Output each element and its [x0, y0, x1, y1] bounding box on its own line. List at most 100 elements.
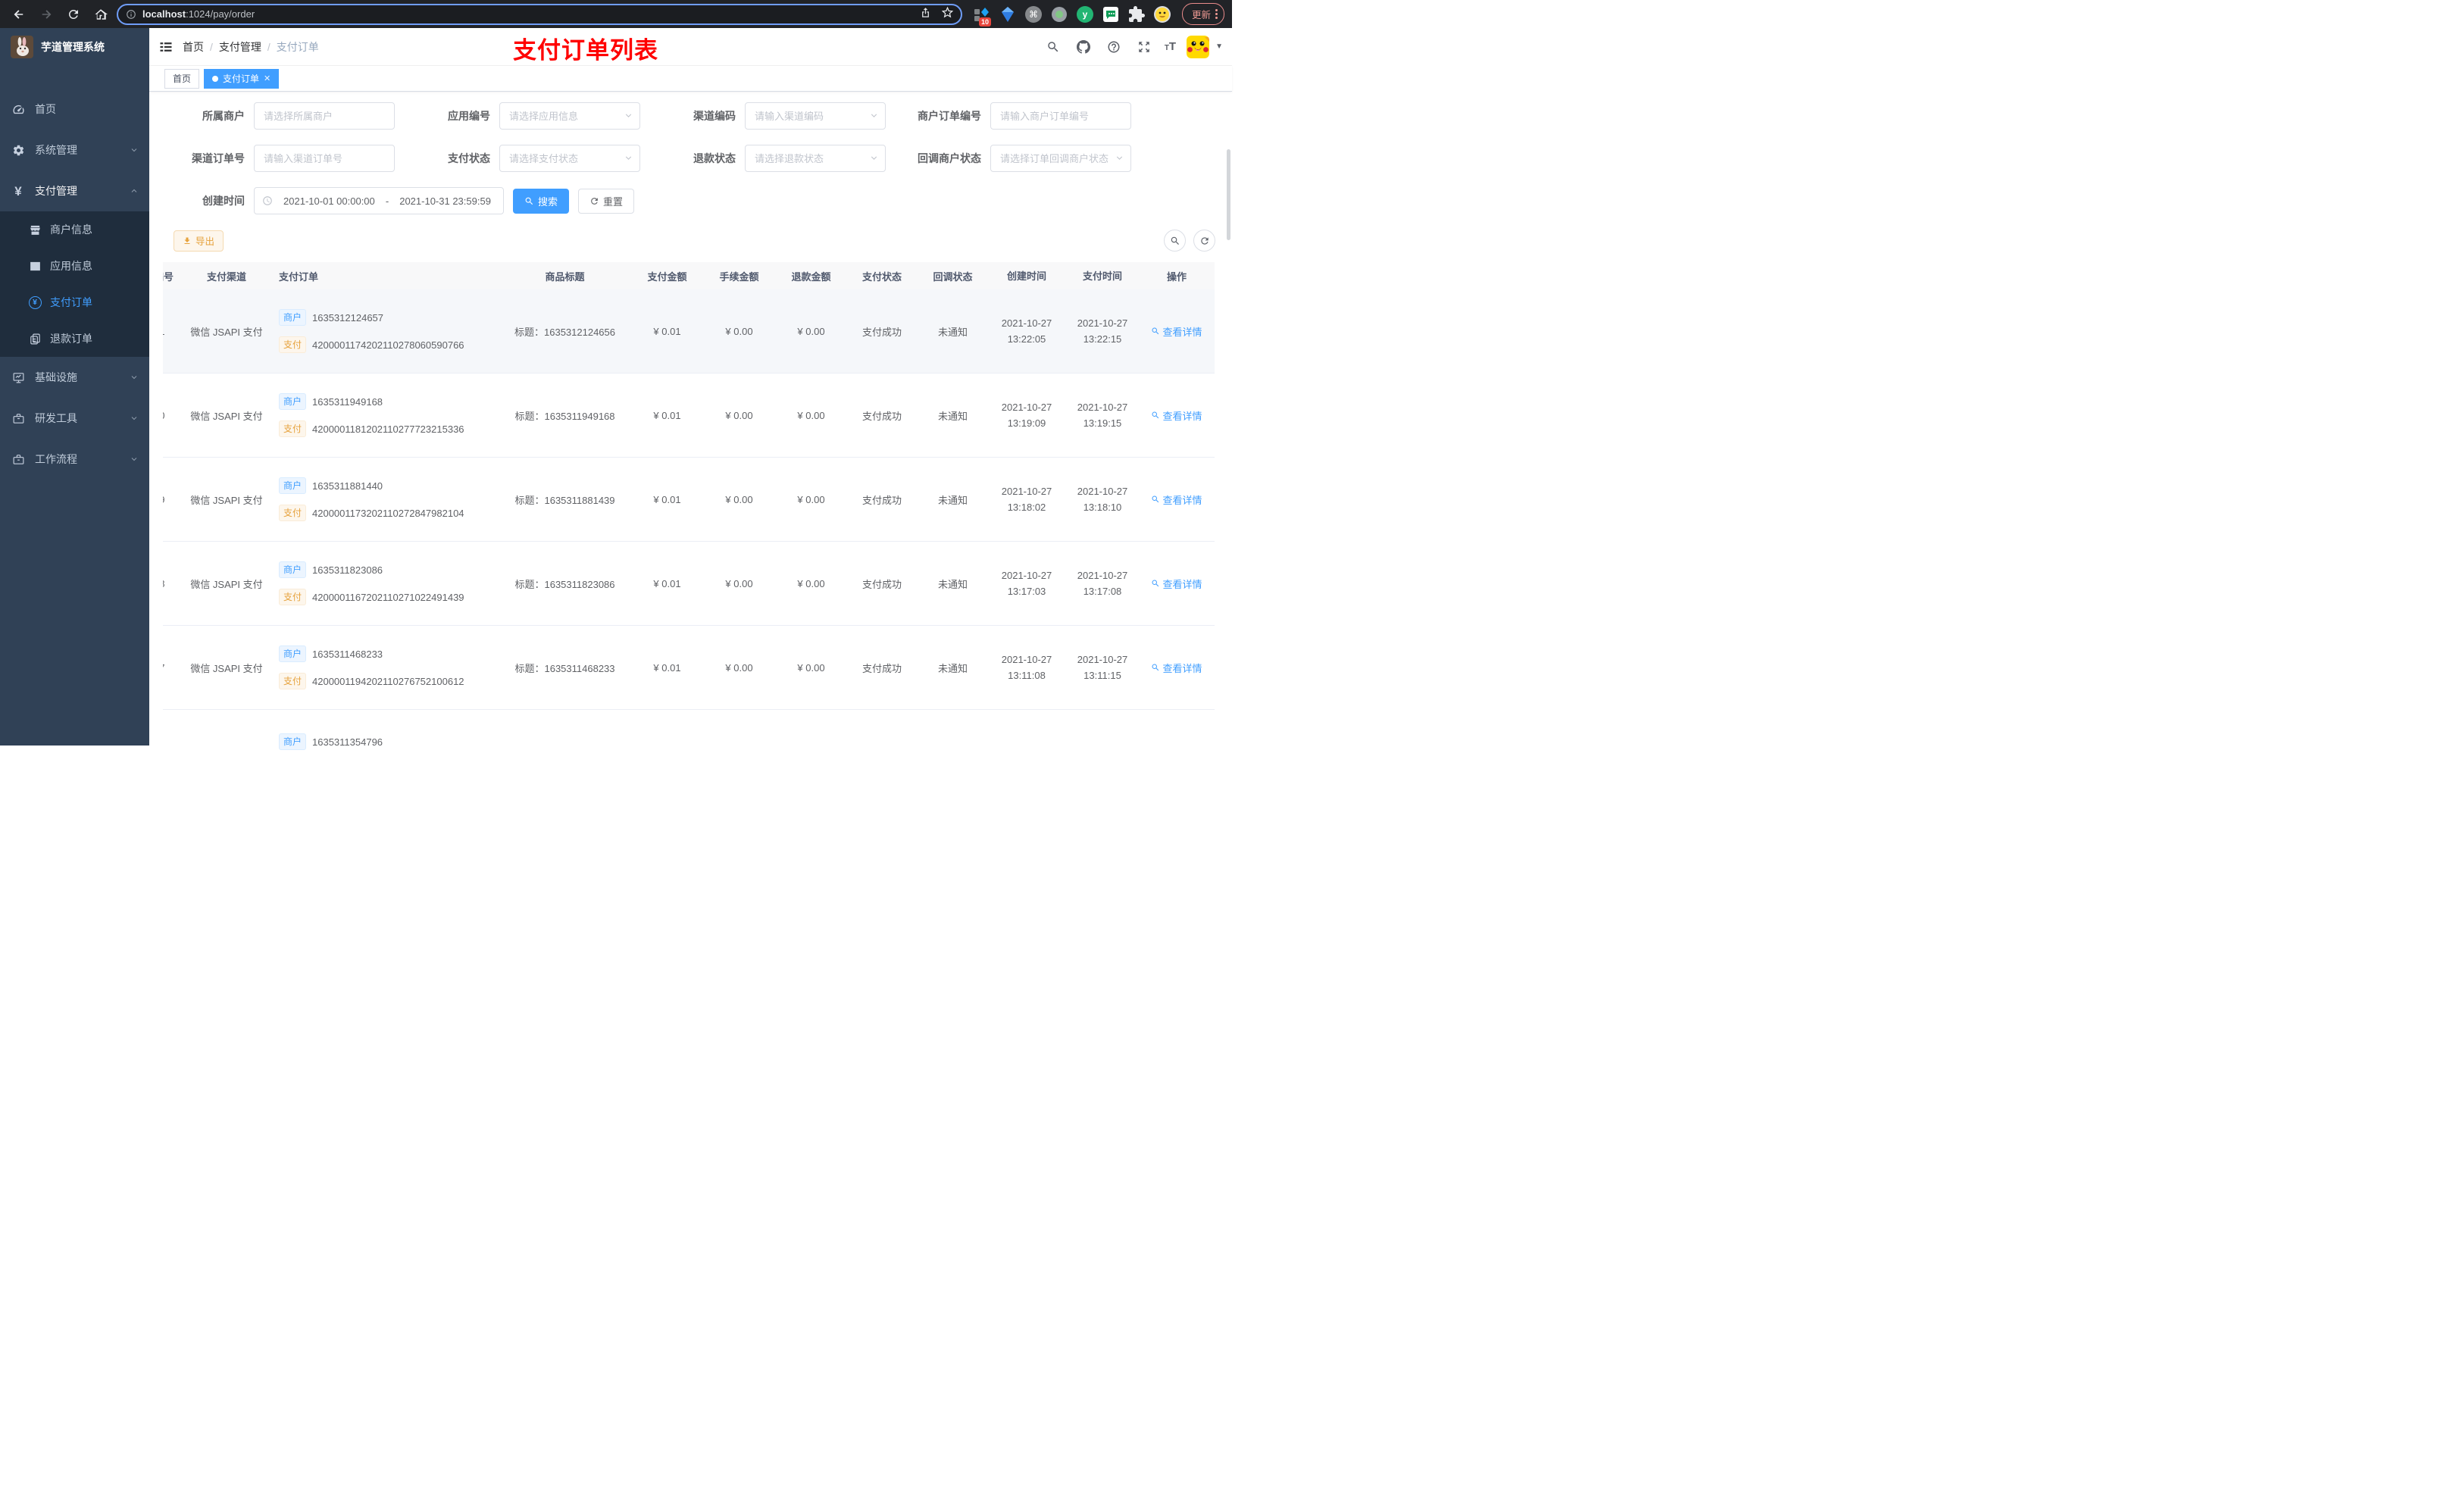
view-detail-link[interactable]: 查看详情 [1151, 408, 1202, 423]
sidebar-item-system[interactable]: 系统管理 [0, 130, 149, 170]
search-button[interactable]: 搜索 [513, 188, 570, 214]
download-icon [184, 237, 190, 244]
extensions-puzzle-icon[interactable] [1127, 5, 1146, 23]
search-icon [525, 197, 533, 205]
extension-chat-icon[interactable] [1102, 5, 1120, 23]
sidebar-item-dev-tools[interactable]: 研发工具 [0, 398, 149, 439]
pay-order-cell: 商户1635311354796 支付 [271, 733, 499, 777]
view-detail-link[interactable]: 查看详情 [1151, 324, 1202, 339]
table-row: 20 微信 JSAPI 支付 商户1635311949168 支付4200001… [163, 374, 1215, 458]
chevron-down-icon [130, 455, 139, 464]
address-bar[interactable]: localhost:1024/pay/order [117, 3, 962, 25]
notify-status-cell: 未通知 [937, 410, 968, 422]
merchant-input[interactable] [254, 102, 395, 130]
extension-badge: 10 [978, 17, 991, 27]
pay-amount-cell: ¥ 0.01 [653, 409, 681, 421]
scrollbar-thumb[interactable] [1227, 149, 1230, 240]
table-row: 18 微信 JSAPI 支付 商户1635311823086 支付4200001… [163, 542, 1215, 626]
reset-button[interactable]: 重置 [578, 188, 635, 214]
refund-amount-cell: ¥ 0.00 [797, 325, 825, 337]
extension-y-icon[interactable]: y [1076, 5, 1094, 23]
breadcrumb-home[interactable]: 首页 [183, 39, 204, 55]
sidebar-item-infrastructure[interactable]: 基础设施 [0, 357, 149, 398]
date-start-value: 2021-10-01 00:00:00 [283, 195, 375, 207]
export-button[interactable]: 导出 [174, 230, 224, 252]
sidebar-item-label: 首页 [35, 103, 56, 115]
table-row: 21 微信 JSAPI 支付 商户1635312124657 支付4200001… [163, 289, 1215, 374]
sidebar-item-home[interactable]: 首页 [0, 89, 149, 130]
extension-kite-icon[interactable] [999, 5, 1017, 23]
merchant-order-no: 1635311468233 [312, 648, 383, 660]
search-icon [1152, 664, 1159, 671]
sidebar-toggle-icon[interactable] [149, 28, 183, 66]
pay-order-cell: 商户 1635312124657 支付 4200001174202110278060… [271, 309, 499, 353]
tag-home[interactable]: 首页 [164, 68, 200, 89]
refresh-icon [1200, 236, 1209, 245]
reload-icon[interactable] [62, 3, 85, 26]
url-text: localhost:1024/pay/order [142, 8, 255, 20]
close-tag-icon[interactable]: ✕ [264, 73, 270, 83]
back-icon[interactable] [8, 3, 30, 26]
merchant-order-no-input[interactable] [990, 102, 1131, 130]
pay-status-select[interactable] [499, 145, 640, 172]
date-range-picker[interactable]: 2021-10-01 00:00:00 - 2021-10-31 23:59:5… [254, 187, 504, 214]
app-no-select[interactable] [499, 102, 640, 130]
app-logo[interactable]: 芋道管理系统 [0, 28, 149, 66]
date-end-value: 2021-10-31 23:59:59 [399, 195, 491, 207]
pay-order-cell: 商户 1635311823086 支付 4200001167202110271022… [271, 561, 499, 605]
channel-order-no-input[interactable] [254, 145, 395, 172]
search-icon[interactable] [1043, 37, 1063, 57]
sidebar-item-label: 应用信息 [50, 260, 92, 272]
bookmark-star-icon[interactable] [941, 6, 954, 22]
extension-command-icon[interactable]: ⌘ [1024, 5, 1043, 23]
extension-emoji-icon[interactable] [1153, 5, 1171, 23]
sidebar-item-pay-order[interactable]: ¥ 支付订单 [0, 284, 149, 320]
refresh-table-button[interactable] [1193, 230, 1215, 252]
product-title-cell: 标题：1635311881439 [514, 494, 615, 506]
help-icon[interactable] [1104, 37, 1124, 57]
pay-status-cell: 支付成功 [861, 494, 902, 506]
site-info-icon[interactable] [126, 9, 136, 20]
extensions-area: 10 ⌘ y 更新 [973, 3, 1224, 27]
search-icon [1152, 411, 1159, 419]
share-icon[interactable] [920, 7, 931, 22]
view-detail-link[interactable]: 查看详情 [1151, 661, 1202, 675]
filter-pay-status: 支付状态 [408, 145, 654, 172]
chevron-down-icon [130, 145, 139, 155]
tag-pay-order[interactable]: 支付订单 ✕ [204, 68, 280, 89]
pay-order-no: 4200001181202110277723215336 [312, 423, 464, 435]
browser-menu-icon[interactable] [1215, 9, 1218, 19]
breadcrumb-payment[interactable]: 支付管理 [219, 39, 261, 55]
sidebar-item-payment[interactable]: ¥ 支付管理 [0, 170, 149, 211]
show-search-toggle-button[interactable] [1164, 230, 1186, 252]
extension-layout-icon[interactable]: 10 [973, 5, 991, 27]
refund-status-select[interactable] [745, 145, 886, 172]
breadcrumb-current: 支付订单 [276, 40, 319, 53]
view-detail-link[interactable]: 查看详情 [1151, 577, 1202, 591]
notify-status-select[interactable] [990, 145, 1131, 172]
channel-code-select[interactable] [745, 102, 886, 130]
search-icon [1152, 495, 1159, 503]
sidebar-item-refund-order[interactable]: 退款订单 [0, 320, 149, 357]
extension-dot-icon[interactable] [1050, 5, 1068, 23]
table-row: 商户1635311354796 支付 查看详情 [163, 710, 1215, 801]
home-icon[interactable] [89, 3, 112, 26]
avatar-caret-icon[interactable]: ▼ [1215, 42, 1223, 51]
sidebar: 芋道管理系统 首页 系统管理 ¥ 支付管理 商户信息 应用信息 ¥ 支付订单 退… [0, 28, 149, 746]
sidebar-item-workflow[interactable]: 工作流程 [0, 439, 149, 480]
sidebar-item-merchant-info[interactable]: 商户信息 [0, 211, 149, 248]
browser-update-button[interactable]: 更新 [1181, 3, 1224, 25]
fee-amount-cell: ¥ 0.00 [725, 661, 753, 674]
merchant-tag: 商户 [279, 309, 307, 326]
pay-tag: 支付 [279, 673, 307, 689]
merchant-tag: 商户 [279, 561, 307, 578]
forward-icon[interactable] [35, 3, 58, 26]
sidebar-item-label: 基础设施 [35, 371, 77, 383]
fullscreen-icon[interactable] [1134, 37, 1154, 57]
pay-channel-cell: 微信 JSAPI 支付 [190, 662, 263, 674]
font-size-icon[interactable]: TT [1165, 40, 1176, 53]
sidebar-item-app-info[interactable]: 应用信息 [0, 248, 149, 284]
github-icon[interactable] [1074, 37, 1093, 57]
avatar[interactable] [1187, 35, 1210, 58]
view-detail-link[interactable]: 查看详情 [1151, 492, 1202, 507]
